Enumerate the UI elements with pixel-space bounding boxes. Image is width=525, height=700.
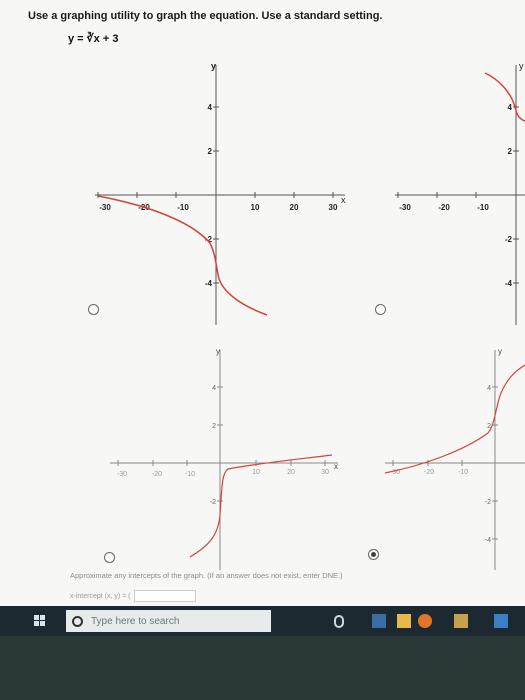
intercepts-instruction: Approximate any intercepts of the graph.… <box>70 571 343 580</box>
x-tick-label: 20 <box>290 203 299 212</box>
graph-option-1: y x -30 -20 -10 10 20 30 4 2 -2 -4 <box>95 61 346 325</box>
y-tick-label: -2 <box>505 235 513 244</box>
x-intercept-input[interactable] <box>134 590 197 602</box>
y-axis-label: y <box>498 347 502 356</box>
x-tick-label: -10 <box>477 203 489 212</box>
y-axis-label: y <box>216 347 220 356</box>
x-tick-label: 10 <box>251 203 260 212</box>
x-tick-label: -10 <box>458 469 468 476</box>
y-tick-label: -2 <box>210 499 216 506</box>
x-tick-label: 30 <box>321 469 329 476</box>
graph-curve <box>97 195 268 316</box>
y-tick-label: -4 <box>485 537 491 544</box>
x-intercept-row: x-intercept (x, y) = ( <box>70 590 197 602</box>
radio-option-1[interactable] <box>88 304 99 315</box>
x-tick-label: -30 <box>399 203 411 212</box>
x-tick-label: 30 <box>329 203 338 212</box>
x-intercept-label: x-intercept <box>70 592 103 600</box>
microphone-icon[interactable] <box>334 615 344 628</box>
search-placeholder: Type here to search <box>91 615 180 627</box>
graph-option-2: y -30 -20 -10 4 2 -2 -4 <box>395 61 525 325</box>
x-tick-label: 20 <box>287 469 295 476</box>
question-prompt: Use a graphing utility to graph the equa… <box>28 10 383 22</box>
x-axis-label: x <box>334 462 338 471</box>
taskbar-search-box[interactable]: Type here to search <box>66 610 271 632</box>
x-tick-label: -20 <box>152 471 162 478</box>
x-tick-label: -20 <box>424 469 434 476</box>
y-tick-label: 2 <box>508 147 513 156</box>
graph-curve <box>189 454 333 558</box>
y-tick-label: -4 <box>505 279 513 288</box>
windows-taskbar: Type here to search <box>0 606 525 636</box>
file-explorer-icon[interactable] <box>397 614 411 628</box>
y-tick-label: 4 <box>487 385 491 392</box>
x-tick-label: -10 <box>177 203 189 212</box>
store-icon[interactable] <box>454 614 468 628</box>
x-tick-label: -10 <box>185 471 195 478</box>
app-icon[interactable] <box>494 614 508 628</box>
y-tick-label: 2 <box>212 423 216 430</box>
y-axis-label: y <box>211 61 216 71</box>
y-tick-label: 2 <box>208 147 213 156</box>
x-intercept-format: (x, y) = ( <box>104 592 131 600</box>
radio-option-3[interactable] <box>104 552 115 563</box>
y-axis-label: y <box>519 61 524 71</box>
cortana-circle-icon <box>72 615 83 627</box>
monitor-bezel <box>0 636 525 700</box>
y-tick-label: 4 <box>212 385 216 392</box>
question-equation: y = ∛x + 3 <box>68 33 119 45</box>
windows-start-icon[interactable] <box>34 615 46 627</box>
x-axis-label: x <box>341 195 346 205</box>
task-view-icon[interactable] <box>372 614 386 628</box>
radio-option-2[interactable] <box>375 304 386 315</box>
y-tick-label: -4 <box>205 279 213 288</box>
graph-curve <box>384 364 525 474</box>
graph-curve <box>484 72 525 122</box>
x-tick-label: -30 <box>99 203 111 212</box>
radio-option-4[interactable] <box>368 549 379 560</box>
x-tick-label: -20 <box>438 203 450 212</box>
y-tick-label: 4 <box>508 103 513 112</box>
x-tick-label: 10 <box>252 469 260 476</box>
x-tick-label: -30 <box>117 471 127 478</box>
y-tick-label: 4 <box>208 103 213 112</box>
y-tick-label: -2 <box>485 499 491 506</box>
graph-option-3: y x -30 -20 -10 10 20 30 4 2 -2 <box>110 347 338 570</box>
firefox-icon[interactable] <box>418 614 432 628</box>
question-page: Use a graphing utility to graph the equa… <box>0 0 525 606</box>
graph-option-4: y -30 -20 -10 4 2 -2 -4 <box>384 347 525 570</box>
